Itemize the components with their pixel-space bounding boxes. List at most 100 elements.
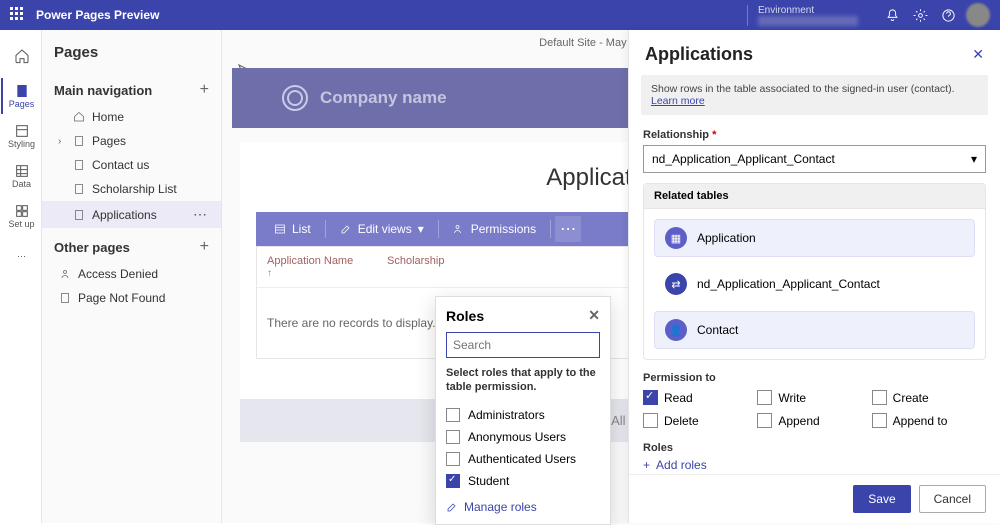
environment-label: Environment <box>758 5 858 16</box>
settings-icon[interactable] <box>906 1 934 29</box>
column-scholarship[interactable]: Scholarship <box>387 255 444 279</box>
relationship-dropdown[interactable]: nd_Application_Applicant_Contact▾ <box>643 145 986 173</box>
cancel-button[interactable]: Cancel <box>919 485 986 513</box>
chevron-down-icon: ▾ <box>418 222 424 236</box>
rail-pages[interactable]: Pages <box>1 78 41 114</box>
roles-section-label: Roles <box>643 442 986 454</box>
rail-data[interactable]: Data <box>1 158 41 194</box>
checkbox-icon <box>757 390 772 405</box>
tree-pages[interactable]: ›Pages <box>42 129 221 153</box>
add-main-nav-page-icon[interactable]: + <box>200 81 209 99</box>
tree-access-denied[interactable]: Access Denied <box>42 262 221 286</box>
checkbox-checked-icon <box>446 474 460 488</box>
environment-picker[interactable]: Environment <box>747 5 858 26</box>
user-avatar[interactable] <box>966 3 990 27</box>
rail-setup-label: Set up <box>8 219 34 229</box>
plus-icon: + <box>643 458 650 472</box>
permissions-button[interactable]: Permissions <box>443 216 546 242</box>
related-tables-box: Related tables ▦Application ⇄nd_Applicat… <box>643 183 986 360</box>
learn-more-link[interactable]: Learn more <box>651 95 705 107</box>
role-checkbox-authenticated[interactable]: Authenticated Users <box>446 448 600 470</box>
perm-read[interactable]: Read <box>643 390 757 405</box>
permissions-side-panel: Applications ✕ Show rows in the table as… <box>628 30 1000 523</box>
perm-write[interactable]: Write <box>757 390 871 405</box>
tree-applications[interactable]: Applications⋯ <box>42 201 221 228</box>
role-checkbox-student[interactable]: Student <box>446 470 600 492</box>
roles-popup: Roles ✕ Select roles that apply to the ta… <box>435 296 611 525</box>
checkbox-icon <box>757 413 772 428</box>
page-icon <box>72 158 86 172</box>
tree-home[interactable]: Home <box>42 105 221 129</box>
checkbox-icon <box>872 390 887 405</box>
person-icon <box>58 267 72 281</box>
chevron-right-icon[interactable]: › <box>58 136 66 147</box>
page-icon <box>72 182 86 196</box>
rail-styling[interactable]: Styling <box>1 118 41 154</box>
rail-setup[interactable]: Set up <box>1 198 41 234</box>
checkbox-icon <box>872 413 887 428</box>
rail-styling-label: Styling <box>8 139 35 149</box>
checkbox-icon <box>446 408 460 422</box>
perm-append[interactable]: Append <box>757 413 871 428</box>
left-rail: Pages Styling Data Set up ⋯ <box>0 30 42 523</box>
notifications-icon[interactable] <box>878 1 906 29</box>
help-icon[interactable] <box>934 1 962 29</box>
role-checkbox-administrators[interactable]: Administrators <box>446 404 600 426</box>
perm-delete[interactable]: Delete <box>643 413 757 428</box>
toolbar-more-icon[interactable]: ⋯ <box>555 216 581 242</box>
main-nav-header: Main navigation <box>54 83 152 98</box>
home-icon <box>72 110 86 124</box>
chevron-down-icon: ▾ <box>971 152 977 166</box>
app-launcher-icon[interactable] <box>10 7 26 23</box>
roles-popup-title: Roles <box>446 308 484 324</box>
page-icon <box>72 208 86 222</box>
page-icon <box>72 134 86 148</box>
rail-pages-label: Pages <box>9 99 35 109</box>
perm-append-to[interactable]: Append to <box>872 413 986 428</box>
table-icon: ▦ <box>665 227 687 249</box>
link-icon: ⇄ <box>665 273 687 295</box>
checkbox-icon <box>446 452 460 466</box>
person-icon: 👤 <box>665 319 687 341</box>
company-logo-icon <box>282 85 308 111</box>
permission-to-label: Permission to <box>643 372 986 384</box>
manage-roles-link[interactable]: Manage roles <box>446 492 600 514</box>
company-name: Company name <box>320 88 447 108</box>
role-checkbox-anonymous[interactable]: Anonymous Users <box>446 426 600 448</box>
environment-value <box>758 16 858 26</box>
edit-views-button[interactable]: Edit views▾ <box>330 216 434 242</box>
close-icon[interactable]: ✕ <box>972 46 984 63</box>
pages-panel: Pages Main navigation + Home ›Pages Conta… <box>42 30 222 523</box>
other-pages-header: Other pages <box>54 240 130 255</box>
related-table-relationship[interactable]: ⇄nd_Application_Applicant_Contact <box>654 265 975 303</box>
rail-more[interactable]: ⋯ <box>1 238 41 274</box>
pages-panel-title: Pages <box>54 44 98 61</box>
close-icon[interactable]: ✕ <box>588 307 600 324</box>
page-icon <box>58 291 72 305</box>
related-table-contact[interactable]: 👤Contact <box>654 311 975 349</box>
checkbox-icon <box>446 430 460 444</box>
column-application-name[interactable]: Application Name <box>267 255 357 279</box>
tree-contact-us[interactable]: Contact us <box>42 153 221 177</box>
relationship-label: Relationship <box>643 129 709 141</box>
info-banner: Show rows in the table associated to the… <box>641 75 988 115</box>
app-title: Power Pages Preview <box>36 8 159 22</box>
rail-data-label: Data <box>12 179 31 189</box>
perm-create[interactable]: Create <box>872 390 986 405</box>
top-bar: Power Pages Preview Environment <box>0 0 1000 30</box>
add-other-page-icon[interactable]: + <box>200 238 209 256</box>
rail-home[interactable] <box>1 38 41 74</box>
tree-page-not-found[interactable]: Page Not Found <box>42 286 221 310</box>
related-tables-header: Related tables <box>644 184 985 209</box>
tree-item-more-icon[interactable]: ⋯ <box>193 206 213 223</box>
side-panel-title: Applications <box>645 44 753 65</box>
checkbox-icon <box>643 413 658 428</box>
checkbox-checked-icon <box>643 390 658 405</box>
tree-scholarship-list[interactable]: Scholarship List <box>42 177 221 201</box>
roles-search-input[interactable] <box>446 332 600 358</box>
roles-hint-text: Select roles that apply to the table per… <box>446 366 600 394</box>
related-table-application[interactable]: ▦Application <box>654 219 975 257</box>
add-roles-button[interactable]: +Add roles <box>643 458 986 472</box>
list-button[interactable]: List <box>264 216 321 242</box>
save-button[interactable]: Save <box>853 485 910 513</box>
